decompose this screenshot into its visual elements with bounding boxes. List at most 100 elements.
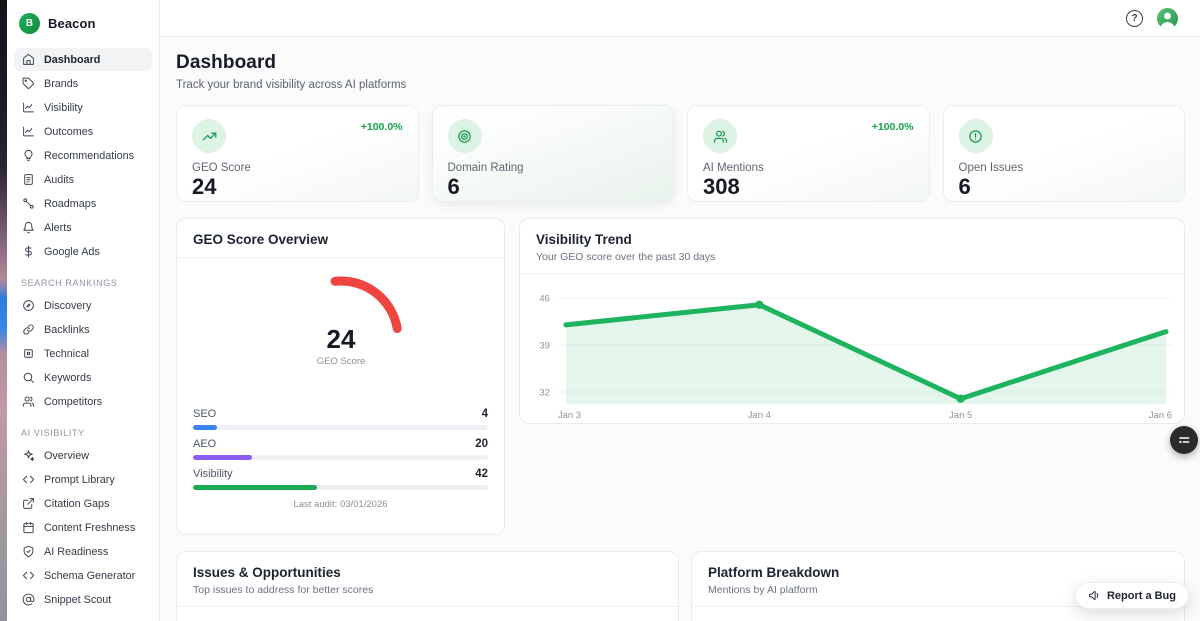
- sparkles-icon: [22, 449, 35, 462]
- bar-label: SEO: [193, 408, 216, 420]
- geo-card-title: GEO Score Overview: [193, 232, 488, 247]
- code-icon: [22, 473, 35, 486]
- tag-icon: [22, 77, 35, 90]
- issues-card-title: Issues & Opportunities: [193, 565, 662, 580]
- sidebar-section-search-rankings: SEARCH RANKINGS: [21, 278, 147, 288]
- sidebar-item-schema-generator[interactable]: Schema Generator: [14, 564, 152, 587]
- gauge-arc: [335, 281, 397, 328]
- sidebar-item-outcomes[interactable]: Outcomes: [14, 120, 152, 143]
- sidebar-item-alerts[interactable]: Alerts: [14, 216, 152, 239]
- sidebar-nav: Dashboard Brands Visibility Outcomes Recomme…: [7, 46, 159, 611]
- stat-value: 24: [192, 175, 403, 199]
- sidebar-item-keywords[interactable]: Keywords: [14, 366, 152, 389]
- sidebar-item-recommendations[interactable]: Recommendations: [14, 144, 152, 167]
- issues-card-header: Issues & Opportunities Top issues to add…: [177, 552, 678, 607]
- stat-card-domain-rating[interactable]: Domain Rating6: [432, 105, 675, 202]
- bar-fill: [193, 455, 252, 460]
- sidebar-item-label: Brands: [44, 78, 78, 90]
- issues-opportunities-card: Issues & Opportunities Top issues to add…: [176, 551, 679, 621]
- bar-fill: [193, 425, 217, 430]
- chart-line-icon: [22, 125, 35, 138]
- sidebar-item-overview[interactable]: Overview: [14, 444, 152, 467]
- sidebar-item-snippet-scout[interactable]: Snippet Scout: [14, 588, 152, 611]
- sidebar-item-prompt-library[interactable]: Prompt Library: [14, 468, 152, 491]
- target-icon: [457, 129, 472, 144]
- bar-label: AEO: [193, 438, 216, 450]
- trend-card-subtitle: Your GEO score over the past 30 days: [536, 251, 1168, 263]
- sidebar-item-dashboard[interactable]: Dashboard: [14, 48, 152, 71]
- wallpaper-strip: [0, 0, 7, 621]
- sidebar-item-discovery[interactable]: Discovery: [14, 294, 152, 317]
- y-axis-tick: 39: [539, 340, 550, 351]
- bar-track: [193, 455, 488, 460]
- sidebar-item-label: Google Ads: [44, 246, 100, 258]
- sidebar-item-label: Visibility: [44, 102, 83, 114]
- dashboard-content: Dashboard Track your brand visibility ac…: [160, 37, 1200, 621]
- sidebar-item-google-ads[interactable]: Google Ads: [14, 240, 152, 263]
- help-icon[interactable]: ?: [1126, 10, 1143, 27]
- sidebar-item-audits[interactable]: Audits: [14, 168, 152, 191]
- stat-label: Open Issues: [959, 162, 1170, 174]
- alert-circle-icon: [968, 129, 983, 144]
- bar-track: [193, 425, 488, 430]
- issues-card-subtitle: Top issues to address for better scores: [193, 584, 662, 596]
- x-axis-tick: Jan 3: [558, 410, 581, 421]
- report-a-bug-label: Report a Bug: [1107, 590, 1176, 602]
- stat-value: 308: [703, 175, 914, 199]
- sidebar-item-visibility[interactable]: Visibility: [14, 96, 152, 119]
- geo-score-bars: SEO4AEO20Visibility42: [177, 408, 504, 490]
- page-subtitle: Track your brand visibility across AI pl…: [176, 79, 1185, 91]
- sidebar-item-label: Prompt Library: [44, 474, 115, 486]
- trend-chart-svg: 463932Jan 3Jan 4Jan 5Jan 6: [522, 276, 1180, 424]
- trending-up-icon: [202, 129, 217, 144]
- stat-card-ai-mentions[interactable]: +100.0%AI Mentions308: [687, 105, 930, 202]
- bar-value: 20: [475, 438, 488, 450]
- trend-card-title: Visibility Trend: [536, 232, 1168, 247]
- user-icon: [1157, 8, 1178, 29]
- sidebar-item-roadmaps[interactable]: Roadmaps: [14, 192, 152, 215]
- sidebar-item-label: Snippet Scout: [44, 594, 111, 606]
- sidebar-item-content-freshness[interactable]: Content Freshness: [14, 516, 152, 539]
- bar-value: 4: [482, 408, 488, 420]
- sidebar-item-brands[interactable]: Brands: [14, 72, 152, 95]
- stat-value: 6: [959, 175, 1170, 199]
- dollar-icon: [22, 245, 35, 258]
- chart-line-icon: [22, 101, 35, 114]
- sidebar-item-ai-readiness[interactable]: AI Readiness: [14, 540, 152, 563]
- calendar-icon: [22, 521, 35, 534]
- sidebar-item-label: Recommendations: [44, 150, 134, 162]
- feedback-widget-button[interactable]: [1170, 426, 1198, 454]
- stat-value: 6: [448, 175, 659, 199]
- sidebar-item-citation-gaps[interactable]: Citation Gaps: [14, 492, 152, 515]
- stat-card-geo-score[interactable]: +100.0%GEO Score24: [176, 105, 419, 202]
- sidebar-item-label: Overview: [44, 450, 89, 462]
- middle-row: GEO Score Overview 24GEO Score SEO4AEO20…: [176, 218, 1185, 535]
- report-a-bug-button[interactable]: Report a Bug: [1075, 582, 1189, 609]
- bell-icon: [22, 221, 35, 234]
- avatar[interactable]: [1157, 8, 1178, 29]
- sidebar-item-backlinks[interactable]: Backlinks: [14, 318, 152, 341]
- brand-logo[interactable]: B Beacon: [7, 0, 159, 46]
- sidebar-item-label: Alerts: [44, 222, 72, 234]
- geo-score-overview-card: GEO Score Overview 24GEO Score SEO4AEO20…: [176, 218, 505, 535]
- sidebar-item-competitors[interactable]: Competitors: [14, 390, 152, 413]
- sidebar-item-technical[interactable]: Technical: [14, 342, 152, 365]
- sidebar-item-label: Content Freshness: [44, 522, 135, 534]
- x-axis-tick: Jan 5: [949, 410, 972, 421]
- sidebar-item-label: Discovery: [44, 300, 91, 312]
- sidebar-item-label: Backlinks: [44, 324, 90, 336]
- sidebar-item-label: Dashboard: [44, 54, 100, 66]
- score-bar-aeo: AEO 20: [193, 438, 488, 460]
- bottom-row: Issues & Opportunities Top issues to add…: [176, 551, 1185, 621]
- bar-value: 42: [475, 468, 488, 480]
- stat-card-open-issues[interactable]: Open Issues6: [943, 105, 1186, 202]
- sidebar-item-label: Schema Generator: [44, 570, 135, 582]
- stat-icon-circle: [703, 119, 737, 153]
- last-audit-text: Last audit: 03/01/2026: [177, 499, 504, 510]
- stat-label: AI Mentions: [703, 162, 914, 174]
- code-icon: [22, 569, 35, 582]
- sidebar-item-label: Roadmaps: [44, 198, 96, 210]
- x-axis-tick: Jan 4: [748, 410, 771, 421]
- stat-label: GEO Score: [192, 162, 403, 174]
- trend-point: [956, 395, 964, 403]
